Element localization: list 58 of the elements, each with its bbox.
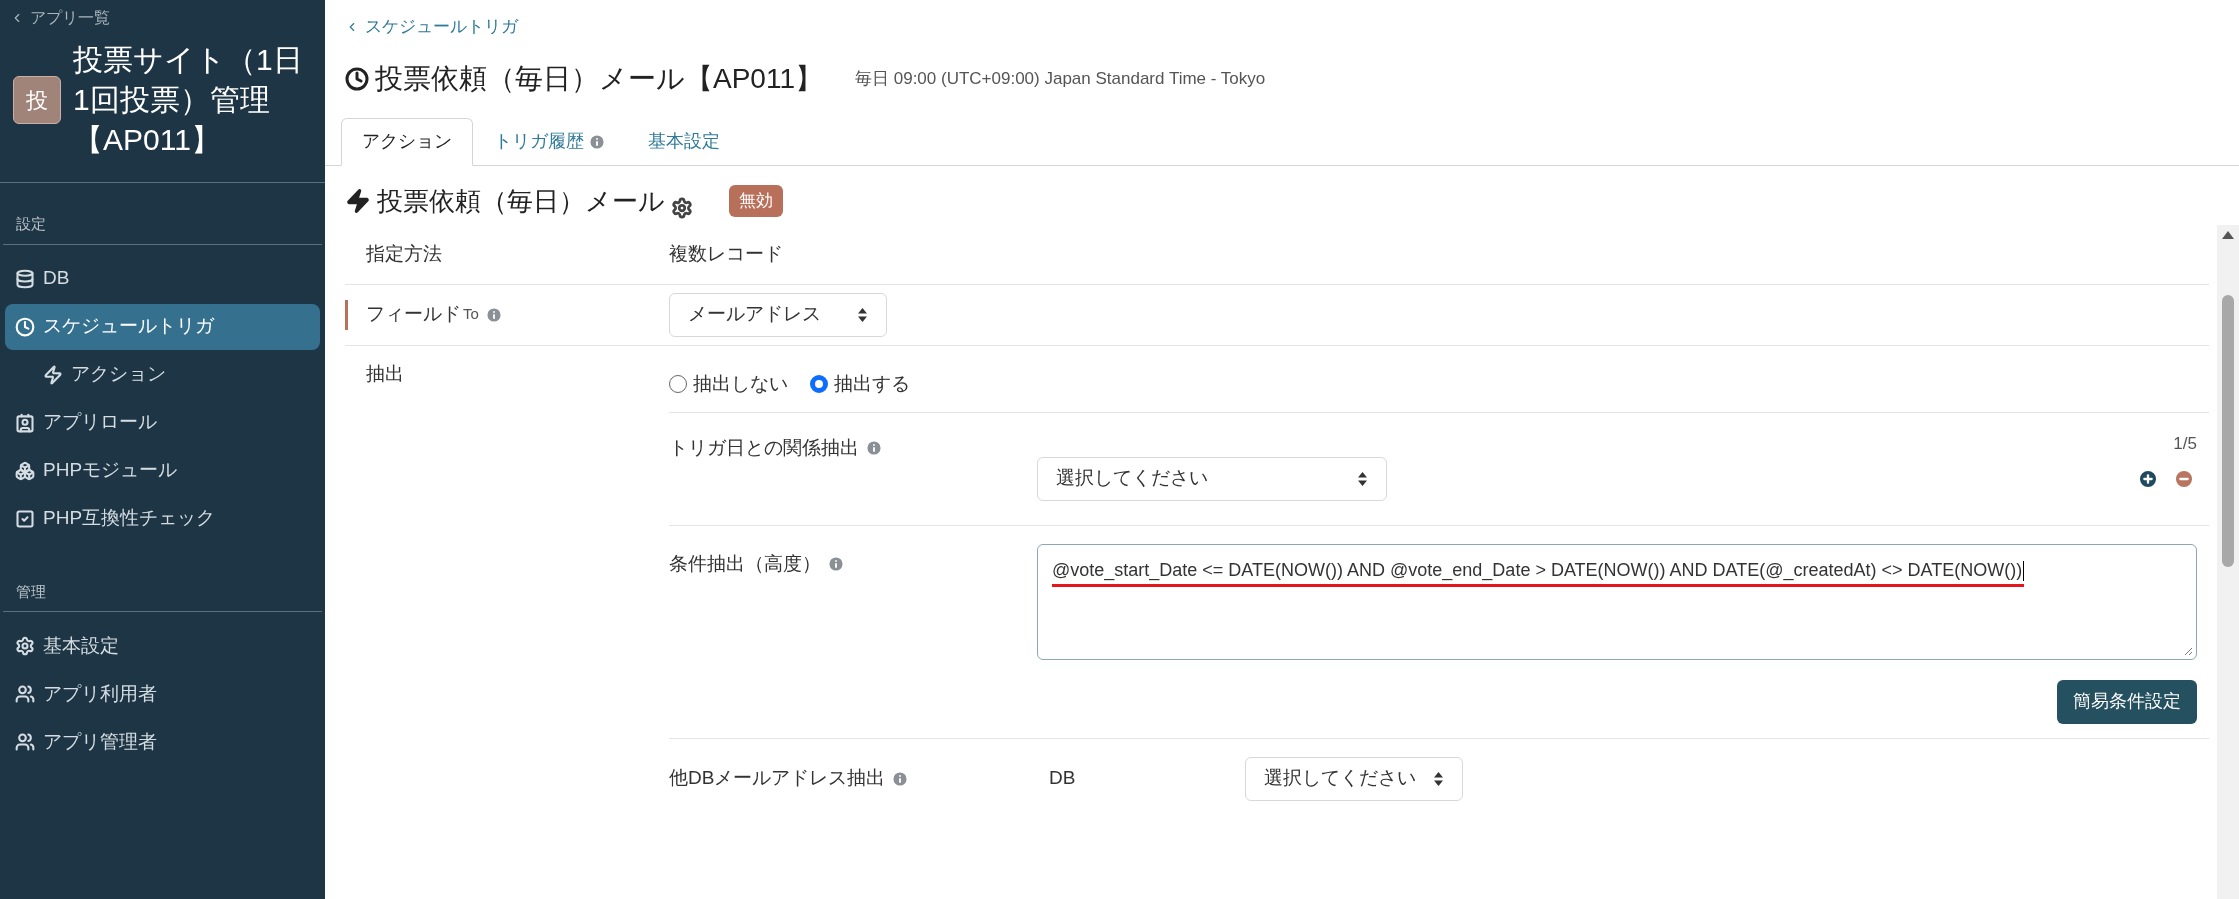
database-icon <box>15 268 35 289</box>
settings-icon <box>15 636 35 656</box>
field-label: 指定方法 <box>366 241 442 266</box>
field-select[interactable]: メールアドレス <box>669 292 887 337</box>
action-title: 投票依頼（毎日）メール <box>377 184 665 218</box>
id-badge-icon <box>15 412 35 433</box>
db-select[interactable]: 選択してください <box>1245 756 1463 801</box>
sidebar-item[interactable]: PHP互換性チェック <box>5 495 320 542</box>
sidebar-item[interactable]: 基本設定 <box>5 623 320 669</box>
lightning-icon <box>345 188 371 214</box>
scrollbar[interactable] <box>2217 224 2239 899</box>
tab[interactable]: アクション <box>341 117 473 166</box>
field-label: 抽出 <box>366 362 404 387</box>
checkbox-icon <box>15 508 35 529</box>
back-link[interactable]: アプリ一覧 <box>0 0 325 30</box>
resize-grip-icon[interactable] <box>2184 646 2193 656</box>
back-link[interactable]: スケジュールトリガ <box>345 14 2239 40</box>
field-label-suffix: To <box>463 304 479 325</box>
lightning-icon <box>43 364 63 385</box>
sort-arrows-icon <box>1357 470 1368 487</box>
sidebar-item[interactable]: PHPモジュール <box>5 447 320 494</box>
settings-icon[interactable] <box>671 196 693 219</box>
app-avatar: 投 <box>13 76 61 124</box>
tab[interactable]: 基本設定 <box>627 117 741 166</box>
sidebar-item[interactable]: アプリ管理者 <box>5 719 320 765</box>
users-icon <box>15 732 35 752</box>
sort-arrows-icon <box>1433 770 1444 787</box>
tab[interactable]: トリガ履歴 <box>473 117 627 166</box>
simple-condition-button[interactable]: 簡易条件設定 <box>2057 679 2197 724</box>
sidebar-item[interactable]: アプリ利用者 <box>5 671 320 717</box>
section-heading: 管理 <box>3 542 322 612</box>
field-label: 他DBメールアドレス抽出 <box>669 766 886 791</box>
users-icon <box>15 684 35 704</box>
condition-field[interactable]: @vote_start_Date <= DATE(NOW()) AND @vote_end_Date > DATE(NOW()) AND DATE(@_createdAt) <> DATE(NOW()) <box>1037 543 2197 660</box>
field-value: 複数レコード <box>669 242 783 264</box>
radio-option[interactable]: 抽出する <box>810 369 910 398</box>
status-badge: 無効 <box>729 185 783 217</box>
radio-option[interactable]: 抽出しない <box>669 369 788 398</box>
schedule-text: 毎日 09:00 (UTC+09:00) Japan Standard Time - Tokyo <box>855 67 1266 90</box>
scroll-up-icon[interactable] <box>2222 230 2234 239</box>
relation-select[interactable]: 選択してください <box>1037 456 1387 501</box>
field-label: 条件抽出（高度） <box>669 551 821 576</box>
sort-arrows-icon <box>857 306 868 323</box>
sidebar-item[interactable]: アプリロール <box>5 399 320 446</box>
db-label: DB <box>1048 766 1077 791</box>
sidebar-item[interactable]: アクション <box>5 351 320 398</box>
clock-icon <box>345 66 369 91</box>
cubes-icon <box>15 460 35 481</box>
clock-icon <box>15 316 35 337</box>
counter: 1/5 <box>2173 433 2197 455</box>
sidebar-item[interactable]: DB <box>5 255 320 302</box>
field-label: トリガ日との関係抽出 <box>669 436 859 460</box>
section-heading: 設定 <box>3 183 322 245</box>
field-label: フィールド <box>366 302 461 327</box>
sidebar-item[interactable]: スケジュールトリガ <box>5 303 320 350</box>
app-title: 投票サイト（1日1回投票）管理【AP011】 <box>73 42 304 158</box>
scrollbar-thumb[interactable] <box>2222 294 2234 567</box>
page-title: 投票依頼（毎日）メール【AP011】 <box>375 61 823 96</box>
